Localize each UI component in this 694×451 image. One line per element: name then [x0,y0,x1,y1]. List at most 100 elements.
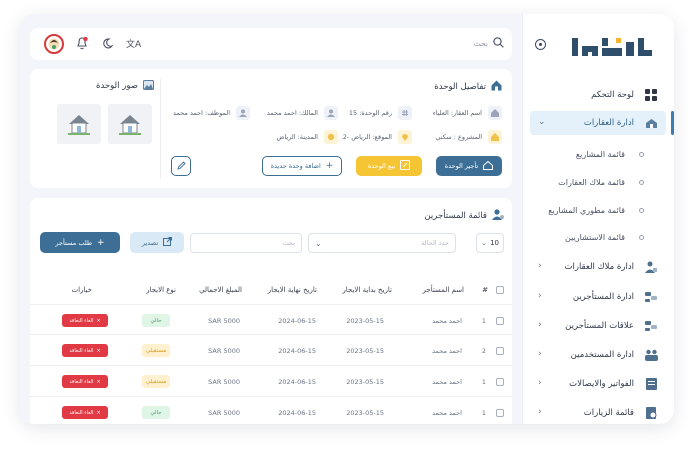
rent-type-badge: مستقبلي [142,344,170,357]
brand-logo [572,34,652,60]
chevron-left-icon: ‹ [538,261,542,271]
cancel-contract-button[interactable]: × الغاء التعاقد [62,344,108,357]
add-unit-label: اضافة وحدة جديدة [270,162,321,170]
page-size-select[interactable]: 10 ⌄ [476,233,504,253]
sidebar-item-visits[interactable]: قائمة الزيارات ‹ [530,401,666,424]
column-header: تاريخ نهاية الايجار [267,286,317,294]
page-size-value: 10 [490,239,499,247]
edit-images-button[interactable] [171,156,191,176]
unit-image-thumbnail[interactable] [108,104,152,144]
cancel-contract-label: الغاء التعاقد [69,317,94,324]
unit-project-value: المشروع : سكني [435,133,482,141]
close-icon: × [96,347,101,354]
tenants-icon [644,290,658,304]
sidebar-subitem-developers[interactable]: قائمة مطوري المشاريع [546,200,666,220]
unit-project-field: المشروع : سكني [435,130,502,144]
rent-unit-button[interactable]: تأجير الوحدة [436,156,502,176]
chevron-down-icon: ⌄ [538,117,546,127]
sidebar-item-owners[interactable]: ادارة ملاك العقارات ‹ [530,255,666,279]
avatar[interactable] [44,34,64,54]
rent-start-date: 2023-05-15 [346,409,384,417]
tenants-search-input[interactable]: بحث [190,233,302,253]
sidebar-item-dashboard[interactable]: لوحة التحكم [530,83,666,107]
tenants-search-placeholder: بحث [282,239,295,247]
tenant-user-icon [492,209,504,222]
cancel-contract-button[interactable]: × الغاء التعاقد [62,406,108,419]
tenant-name: احمد محمد [432,317,462,325]
close-icon: × [96,409,101,416]
plus-icon: + [97,237,105,248]
sidebar-collapse-icon[interactable] [535,39,546,50]
location-pin-icon [398,130,412,144]
house-icon [483,160,494,172]
sidebar-item-users[interactable]: ادارة المستخدمين ‹ [530,343,666,367]
select-all-checkbox[interactable] [496,286,504,294]
sidebar-subitem-owners[interactable]: قائمة ملاك العقارات [546,172,666,192]
search-placeholder: بحث [473,39,488,48]
sidebar: لوحة التحكم ادارة العقارات ⌄ قائمة المشا… [522,14,674,424]
language-translate-icon[interactable]: 文A [126,37,141,50]
row-number: 1 [481,378,486,386]
unit-image-thumbnail[interactable] [57,104,101,144]
row-checkbox[interactable] [496,409,504,417]
unit-images-header: صور الوحدة [96,80,154,92]
sidebar-item-invoices[interactable]: الفواتير والايصالات ‹ [530,372,666,396]
status-filter-select[interactable]: حدد الحالة ⌄ [308,233,456,253]
notifications-bell-icon[interactable] [76,36,88,52]
row-divider [30,365,512,366]
invoice-icon [644,377,658,391]
rent-type-badge: حالي [142,406,170,419]
dark-mode-moon-icon[interactable] [102,38,114,51]
add-unit-button[interactable]: + اضافة وحدة جديدة [262,156,342,176]
cancel-contract-button[interactable]: × الغاء التعاقد [62,314,108,327]
dashboard-icon [644,88,658,102]
sidebar-item-properties[interactable]: ادارة العقارات ⌄ [530,111,674,135]
search-field[interactable]: بحث [474,37,504,50]
cancel-contract-label: الغاء التعاقد [69,378,94,385]
row-checkbox[interactable] [496,347,504,355]
unit-city-field: المدينة: الرياض [277,130,338,144]
sell-unit-button[interactable]: بيع الوحدة [356,156,422,176]
column-header: نوع الايجار [146,286,176,294]
sidebar-item-label: علاقات المستأجرين [565,321,634,331]
rent-end-date: 2024-06-15 [278,347,316,355]
row-checkbox[interactable] [496,378,504,386]
column-header: اسم المستأجر [422,286,465,294]
sale-tag-icon [400,160,411,172]
users-icon [644,348,658,362]
hashtag-icon [398,106,412,120]
sidebar-subitem-label: قائمة الاستشاريين [564,232,625,242]
unit-location-value: الموقع: الرياض -2 [342,133,392,141]
sidebar-subitem-label: قائمة ملاك العقارات [558,177,625,187]
unit-employee-value: الموظف: احمد محمد [173,109,230,117]
unit-name-value: اسم العقار: العلياء [432,109,482,117]
export-button[interactable]: تصدير [130,232,184,253]
sidebar-subitem-consultants[interactable]: قائمة الاستشاريين [546,227,666,247]
request-tenant-label: طلب مستأجر [55,238,93,247]
sidebar-subitem-label: قائمة مطوري المشاريع [548,205,625,215]
rent-start-date: 2023-05-15 [346,347,384,355]
row-number: 1 [481,317,486,325]
cancel-contract-label: الغاء التعاقد [69,409,94,416]
sidebar-subitem-projects[interactable]: قائمة المشاريع [546,144,666,164]
unit-name-field: اسم العقار: العلياء [433,106,502,120]
bullet-icon [639,179,644,185]
request-tenant-button[interactable]: + طلب مستأجر [40,232,120,253]
sidebar-item-label: ادارة ملاك العقارات [564,262,634,272]
sell-unit-label: بيع الوحدة [367,162,396,170]
chevron-left-icon: ‹ [538,378,542,388]
row-number: 2 [481,347,486,355]
unit-owner-field: المالك: احمد محمد [267,106,338,120]
status-filter-placeholder: حدد الحالة [421,239,449,247]
project-icon [488,130,502,144]
row-checkbox[interactable] [496,317,504,325]
sidebar-item-tenants[interactable]: ادارة المستأجرين ‹ [530,285,666,309]
plus-icon: + [325,161,334,171]
sidebar-item-tenant-relations[interactable]: علاقات المستأجرين ‹ [530,314,666,338]
city-icon [324,130,338,144]
cancel-contract-button[interactable]: × الغاء التعاقد [62,375,108,388]
edit-pencil-icon [176,160,186,172]
app-window: لوحة التحكم ادارة العقارات ⌄ قائمة المشا… [20,14,674,424]
rent-end-date: 2024-06-15 [278,317,316,325]
bullet-icon [639,207,644,213]
